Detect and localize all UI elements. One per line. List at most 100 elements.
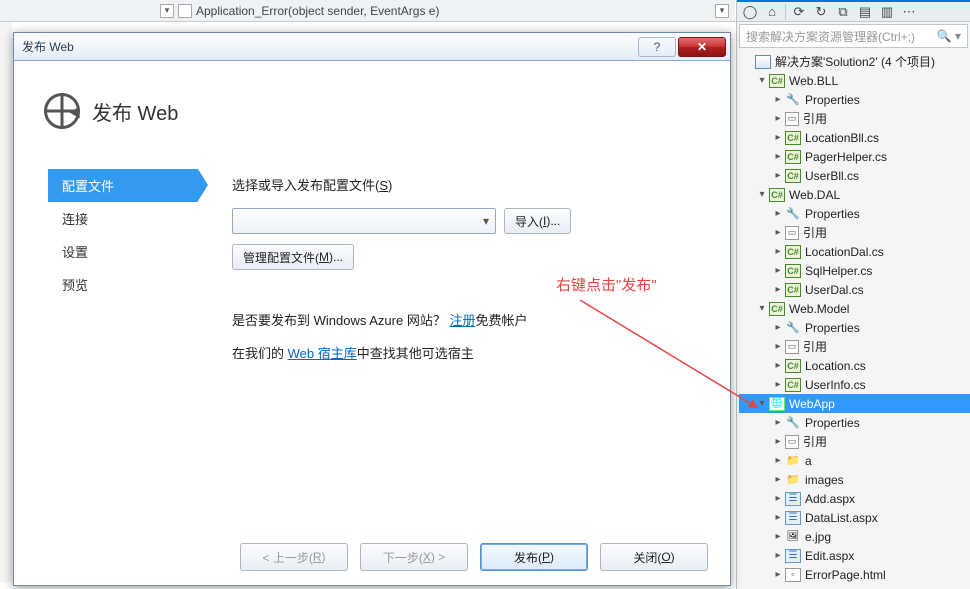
tree-item[interactable]: Properties [739, 318, 970, 337]
dropdown-icon[interactable]: ▾ [160, 4, 174, 18]
tree-item[interactable]: Edit.aspx [739, 546, 970, 565]
tree-item[interactable]: UserBll.cs [739, 166, 970, 185]
annotation-text: 右键点击"发布" [556, 274, 657, 295]
expand-icon[interactable] [773, 342, 783, 352]
dialog-titlebar[interactable]: 发布 Web ? ✕ [14, 33, 730, 61]
expand-icon[interactable] [773, 266, 783, 276]
close-dialog-button[interactable]: 关闭(O) [600, 543, 708, 571]
expand-icon[interactable] [773, 95, 783, 105]
tree-item[interactable]: 引用 [739, 109, 970, 128]
nav-profile[interactable]: 配置文件 [48, 169, 198, 202]
publish-button[interactable]: 发布(P) [480, 543, 588, 571]
expand-icon[interactable] [773, 494, 783, 504]
item-label: a [805, 454, 812, 468]
dropdown-icon[interactable]: ▾ [715, 4, 729, 18]
ref-icon [785, 435, 799, 449]
expand-icon[interactable] [773, 551, 783, 561]
help-button[interactable]: ? [638, 37, 676, 57]
expand-icon[interactable] [757, 304, 767, 314]
collapse-icon[interactable]: ⧉ [834, 3, 852, 21]
dialog-button-row: < 上一步(R) 下一步(X) > 发布(P) 关闭(O) [240, 543, 708, 571]
tree-item[interactable]: LocationBll.cs [739, 128, 970, 147]
nav-connection[interactable]: 连接 [48, 202, 198, 235]
expand-icon[interactable] [773, 456, 783, 466]
tree-item[interactable]: DataList.aspx [739, 508, 970, 527]
expand-icon[interactable] [773, 380, 783, 390]
expand-icon[interactable] [773, 228, 783, 238]
item-label: 引用 [803, 338, 827, 355]
expand-icon[interactable] [773, 323, 783, 333]
item-label: Properties [805, 321, 860, 335]
tree-item[interactable]: Add.aspx [739, 489, 970, 508]
import-button[interactable]: 导入(I)... [504, 208, 571, 234]
tree-item[interactable]: images [739, 470, 970, 489]
expand-icon[interactable] [773, 152, 783, 162]
tree-item[interactable]: a [739, 451, 970, 470]
cs-icon [785, 131, 801, 145]
tree-item[interactable]: UserInfo.cs [739, 375, 970, 394]
expand-icon[interactable] [773, 171, 783, 181]
expand-icon[interactable] [773, 209, 783, 219]
expand-icon[interactable] [773, 513, 783, 523]
expand-icon[interactable] [757, 76, 767, 86]
next-button[interactable]: 下一步(X) > [360, 543, 468, 571]
expand-icon[interactable] [773, 570, 783, 580]
profile-select-dropdown[interactable]: ▾ [232, 208, 496, 234]
nav-preview[interactable]: 预览 [48, 268, 198, 301]
home-icon[interactable]: ⌂ [763, 3, 781, 21]
expand-icon[interactable] [757, 190, 767, 200]
project-label: Web.BLL [789, 74, 838, 88]
project-node[interactable]: Web.Model [739, 299, 970, 318]
expand-icon[interactable] [773, 133, 783, 143]
close-button[interactable]: ✕ [678, 37, 726, 57]
tree-item[interactable]: 引用 [739, 337, 970, 356]
cs-icon [785, 378, 801, 392]
expand-icon[interactable] [773, 418, 783, 428]
ref-icon [785, 340, 799, 354]
tree-item[interactable]: 引用 [739, 223, 970, 242]
tree-item[interactable]: Properties [739, 90, 970, 109]
manage-profiles-button[interactable]: 管理配置文件(M)... [232, 244, 354, 270]
prev-button[interactable]: < 上一步(R) [240, 543, 348, 571]
expand-icon[interactable] [773, 532, 783, 542]
select-profile-label: 选择或导入发布配置文件(S) [232, 175, 692, 194]
solution-search-input[interactable]: 搜索解决方案资源管理器(Ctrl+;) 🔍 ▾ [739, 24, 968, 48]
tree-item[interactable]: 引用 [739, 432, 970, 451]
project-node[interactable]: Web.DAL [739, 185, 970, 204]
expand-icon[interactable] [773, 247, 783, 257]
refresh-icon[interactable]: ↻ [812, 3, 830, 21]
csharp-project-icon [769, 188, 785, 202]
tree-item[interactable]: Properties [739, 413, 970, 432]
expand-icon[interactable] [757, 399, 767, 409]
back-icon[interactable]: ◯ [741, 3, 759, 21]
expand-icon[interactable] [773, 475, 783, 485]
tree-item[interactable]: ErrorPage.html [739, 565, 970, 584]
tree-item[interactable]: PagerHelper.cs [739, 147, 970, 166]
tree-item[interactable]: LocationDal.cs [739, 242, 970, 261]
expand-icon[interactable] [773, 285, 783, 295]
web-host-gallery-link[interactable]: Web 宿主库 [288, 346, 357, 361]
solution-node[interactable]: 解决方案'Solution2' (4 个项目) [739, 52, 970, 71]
solution-explorer-panel: ◯ ⌂ ⟳ ↻ ⧉ ▤ ▥ ⋯ 搜索解决方案资源管理器(Ctrl+;) 🔍 ▾ … [736, 0, 970, 589]
more-icon[interactable]: ⋯ [900, 3, 918, 21]
properties-icon[interactable]: ▥ [878, 3, 896, 21]
tree-item[interactable]: Properties [739, 204, 970, 223]
item-label: DataList.aspx [805, 511, 878, 525]
expand-icon[interactable] [773, 361, 783, 371]
nav-settings[interactable]: 设置 [48, 235, 198, 268]
tree-item[interactable]: SqlHelper.cs [739, 261, 970, 280]
show-all-icon[interactable]: ▤ [856, 3, 874, 21]
ref-icon [785, 112, 799, 126]
expand-icon[interactable] [773, 114, 783, 124]
wrench-icon [785, 321, 801, 335]
sync-icon[interactable]: ⟳ [790, 3, 808, 21]
expand-icon[interactable] [773, 437, 783, 447]
project-node[interactable]: WebApp [739, 394, 970, 413]
azure-register-link[interactable]: 注册 [449, 313, 475, 328]
item-label: UserBll.cs [805, 169, 859, 183]
tree-item[interactable]: e.jpg [739, 527, 970, 546]
tree-item[interactable]: UserDal.cs [739, 280, 970, 299]
tree-item[interactable]: Location.cs [739, 356, 970, 375]
project-node[interactable]: Web.BLL [739, 71, 970, 90]
dialog-title: 发布 Web [92, 97, 178, 126]
